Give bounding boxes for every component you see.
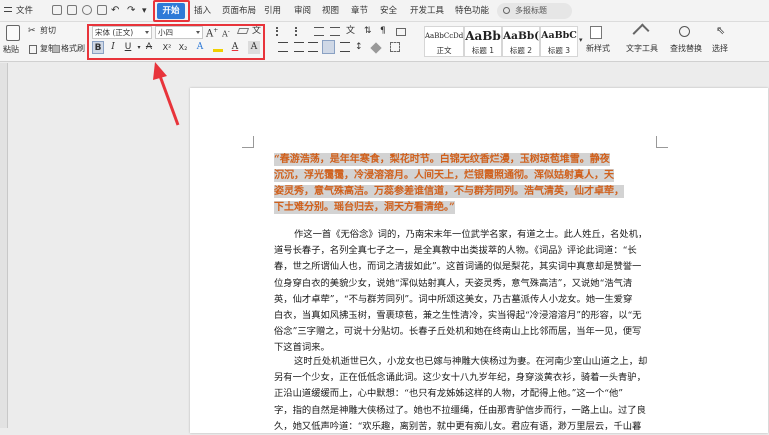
cursor-icon[interactable]: ⇖	[716, 25, 725, 37]
redo-icon[interactable]: ↷	[127, 3, 135, 19]
text-line: 作这一首《无俗念》词的，乃南宋末年一位武学名家，有道之士。此人姓丘，名处机，	[294, 229, 648, 240]
customize-icon[interactable]: ▾	[142, 3, 147, 19]
text-line: 位身穿白衣的美貌少女，说她“浑似姑射真人，天姿灵秀，意气殊高洁”，又说她“浩气清	[274, 277, 633, 289]
style-label: 正文	[436, 46, 452, 55]
poem-line: 沉沉，浮光霭霭，冷浸溶溶月。人间天上，烂银霞照通彻。浑似姑射真人，天	[274, 169, 614, 182]
indent-icon[interactable]	[330, 27, 340, 36]
style-label: 标题 3	[547, 46, 571, 55]
text-line: 英，仙才卓荦”，“不与群芳同列”。词中所颂这美女，乃古墓派传人小龙女。她一生爱穿	[274, 293, 633, 305]
paste-button[interactable]: 粘贴	[3, 44, 19, 56]
search-box[interactable]: 多报标题	[497, 3, 572, 19]
tab-page-layout[interactable]: 页面布局	[222, 3, 256, 19]
tab-references[interactable]: 引用	[264, 3, 281, 19]
poem-line: 姿灵秀，意气殊高洁。万蕊参差谁信道，不与群芳同列。浩气清英，仙才卓荦，	[274, 185, 624, 198]
vertical-ruler[interactable]	[0, 63, 8, 428]
text-line: 正沿山道缓缓而上，心中默想：“也只有龙姊姊这样的人物，才配得上他。”这一个“他”	[274, 388, 624, 400]
find-icon[interactable]	[679, 26, 690, 37]
poem-selected-text[interactable]: “春游浩荡，是年年寒食，梨花时节。白锦无纹香烂漫，玉树琼苞堆雪。静夜 沉沉，浮光…	[274, 152, 659, 216]
align-center-icon[interactable]	[294, 42, 304, 52]
table-icon[interactable]	[396, 28, 406, 36]
style-sample: AaBb	[465, 29, 501, 43]
align-left-icon[interactable]	[278, 42, 288, 52]
sort-icon[interactable]: ⇅	[364, 25, 372, 37]
styles-more-icon[interactable]: ▾	[579, 34, 583, 46]
arrow-shaft	[158, 75, 180, 126]
outdent-icon[interactable]	[314, 27, 324, 36]
corner-mark	[656, 136, 668, 148]
search-icon	[503, 7, 510, 14]
menu-bar: 文件 ↶ ↷ ▾ 开始 插入 页面布局 引用 审阅 视图 章节 安全 开发工具 …	[0, 0, 769, 22]
style-sample: AaBbCcDd	[425, 32, 463, 40]
show-marks-icon[interactable]: ¶	[380, 25, 386, 37]
justify-icon[interactable]	[322, 40, 335, 54]
tab-features[interactable]: 特色功能	[455, 3, 489, 19]
copy-icon	[29, 45, 37, 54]
paste-icon[interactable]	[6, 25, 20, 41]
tab-section[interactable]: 章节	[351, 3, 368, 19]
arrow-head	[153, 62, 167, 80]
paragraph-2[interactable]: 这时丘处机逝世已久，小龙女也已嫁与神雕大侠杨过为妻。在河南少室山山道之上，却 另…	[274, 354, 659, 435]
style-sample: AaBbC	[541, 30, 577, 41]
save-icon[interactable]	[52, 5, 62, 15]
format-painter-button[interactable]: 格式刷	[61, 43, 85, 55]
text-line: 道号长春子，名列全真七子之一，是全真教中出类拔萃的人物。《词品》评论此词道：“长	[274, 245, 637, 257]
format-painter-icon	[52, 45, 60, 53]
style-normal[interactable]: AaBbCcDd 正文	[424, 26, 464, 57]
hamburger-icon[interactable]	[4, 7, 12, 12]
text-line: 白衣，当真如风拂玉树，雪裹琼苞，兼之生性清冷，实当得起“冷浸溶溶月”的形容，以“…	[274, 310, 642, 322]
corner-mark	[242, 136, 254, 148]
text-tools-button[interactable]: 文字工具	[626, 43, 658, 55]
chinese-layout-icon[interactable]: 文	[346, 25, 355, 37]
text-line: 这时丘处机逝世已久，小龙女也已嫁与神雕大侠杨过为妻。在河南少室山山道之上，却	[294, 356, 648, 367]
cut-button[interactable]: 剪切	[40, 25, 56, 37]
style-label: 标题 2	[509, 46, 533, 55]
select-button[interactable]: 选择	[712, 43, 728, 55]
style-label: 标题 1	[471, 46, 495, 55]
tab-developer[interactable]: 开发工具	[410, 3, 444, 19]
style-sample: AaBb(	[503, 30, 539, 42]
highlight-font-group	[87, 24, 265, 60]
search-text: 多报标题	[515, 6, 547, 15]
text-line: 春，世之所谓仙人也，而词之清拔如此”。这首词诵的似是梨花，其实词中真意却是赞誉一	[274, 261, 642, 273]
text-line: 久，她又低声吟道：“欢乐趣，离别苦，就中更有痴儿女。君应有语，渺万里层云，千山暮	[274, 420, 642, 432]
bullet-list-icon[interactable]	[276, 27, 286, 36]
distributed-icon[interactable]	[340, 42, 350, 52]
line-spacing-icon[interactable]: ↕	[355, 41, 363, 53]
print-icon[interactable]	[67, 5, 77, 15]
text-line: 另有一个少女，正在低低念诵此词。这少女十八九岁年纪，身穿淡黄衣衫，骑着一头青驴，	[274, 372, 646, 384]
style-heading-3[interactable]: AaBbC 标题 3	[540, 26, 578, 57]
poem-line: 下土难分别。瑶台归去，洞天方看清绝。”	[274, 201, 455, 214]
format-icon[interactable]	[97, 5, 107, 15]
poem-line: “春游浩荡，是年年寒食，梨花时节。白锦无纹香烂漫，玉树琼苞堆雪。静夜	[274, 153, 610, 166]
style-heading-1[interactable]: AaBb 标题 1	[464, 26, 502, 57]
tab-insert[interactable]: 插入	[194, 3, 211, 19]
undo-icon[interactable]: ↶	[111, 3, 119, 19]
file-menu[interactable]: 文件	[16, 3, 33, 19]
new-style-icon[interactable]	[590, 26, 602, 39]
tab-review[interactable]: 审阅	[294, 3, 311, 19]
number-list-icon[interactable]	[295, 27, 305, 36]
tab-view[interactable]: 视图	[322, 3, 339, 19]
tab-security[interactable]: 安全	[380, 3, 397, 19]
text-line: 字，指的自然是神雕大侠杨过了。她也不拉缰绳，任由那青驴信步而行，一路上山。过了良	[274, 404, 646, 416]
preview-icon[interactable]	[82, 5, 92, 15]
paragraph-1[interactable]: 作这一首《无俗念》词的，乃南宋末年一位武学名家，有道之士。此人姓丘，名处机， 道…	[274, 227, 659, 357]
border-icon[interactable]	[390, 42, 400, 52]
text-line: 俗念”三字赠之，可说十分贴切。长春子丘处机和她在终南山上比邻而居，当年一见，便写	[274, 326, 642, 338]
align-right-icon[interactable]	[308, 42, 318, 52]
scissors-icon: ✂	[28, 26, 36, 36]
find-replace-button[interactable]: 查找替换	[670, 43, 702, 55]
new-style-button[interactable]: 新样式	[586, 43, 610, 55]
style-heading-2[interactable]: AaBb( 标题 2	[502, 26, 540, 57]
highlight-start-tab	[153, 0, 190, 22]
